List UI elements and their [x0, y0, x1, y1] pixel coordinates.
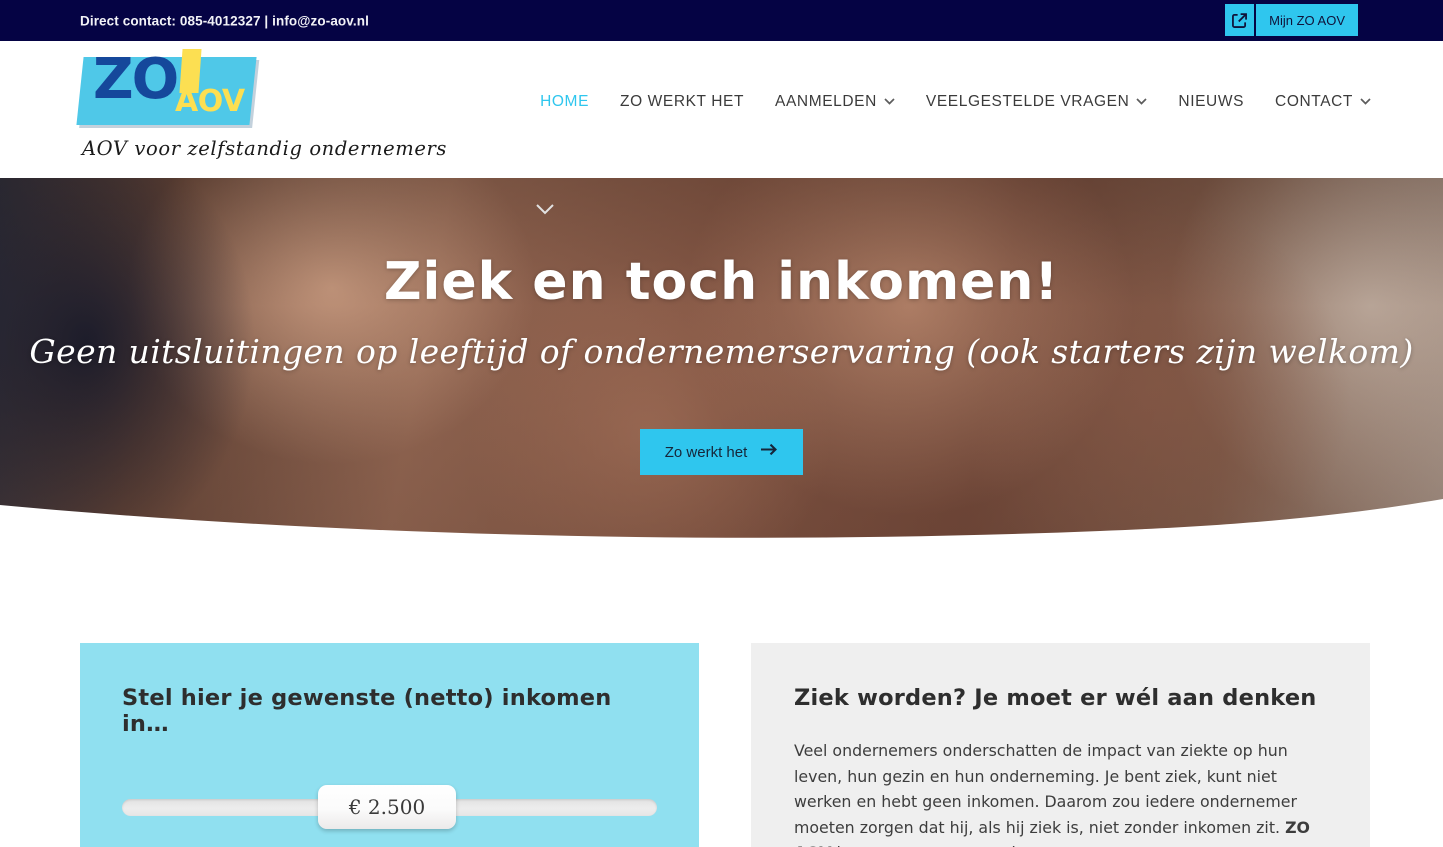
hero-subtitle: Geen uitsluitingen op leeftijd of ondern… [29, 332, 1414, 371]
chevron-down-icon [1360, 97, 1371, 108]
external-link-icon[interactable] [1225, 4, 1257, 36]
site-logo[interactable]: ZO AOV AOV voor zelfstandig ondernemers [76, 47, 446, 160]
site-header: ZO AOV AOV voor zelfstandig ondernemers … [0, 41, 1443, 215]
nav-item-contact[interactable]: CONTACT [1275, 93, 1371, 111]
logo-tagline: AOV voor zelfstandig ondernemers [82, 137, 448, 160]
info-card-title: Ziek worden? Je moet er wél aan denken [794, 685, 1317, 711]
main-content: Stel hier je gewenste (netto) inkomen in… [0, 543, 1443, 847]
income-slider-handle[interactable]: € 2.500 [318, 785, 456, 829]
logo-mark: ZO AOV [76, 47, 260, 127]
hero-cta-label: Zo werkt het [664, 443, 748, 461]
mijn-zo-aov-button[interactable]: Mijn ZO AOV [1256, 4, 1358, 36]
chevron-down-icon [884, 97, 895, 108]
scroll-down-chevron-icon[interactable] [535, 204, 555, 216]
chevron-down-icon [1136, 97, 1148, 108]
info-card-body: Veel ondernemers onderschatten de impact… [794, 738, 1327, 847]
mijn-zo-aov-group[interactable]: Mijn ZO AOV [1225, 4, 1358, 36]
nav-item-label: CONTACT [1275, 93, 1353, 110]
nav-item-nieuws[interactable]: NIEUWS [1178, 93, 1244, 111]
nav-item-home[interactable]: HOME [540, 93, 589, 111]
main-navigation: HOME ZO WERKT HET AANMELDEN VEELGESTELDE… [540, 93, 1371, 111]
top-utility-bar: Direct contact: 085-4012327 | info@zo-ao… [0, 0, 1443, 41]
arrow-right-icon [761, 443, 778, 461]
hero-section: Ziek en toch inkomen! Geen uitsluitingen… [0, 178, 1443, 543]
direct-contact-text: Direct contact: 085-4012327 | info@zo-ao… [80, 13, 369, 28]
income-card-title: Stel hier je gewenste (netto) inkomen in… [122, 685, 612, 737]
nav-item-label: VEELGESTELDE VRAGEN [925, 93, 1130, 110]
income-slider[interactable]: € 2.500 [122, 785, 657, 829]
logo-zo-text: ZO [93, 47, 179, 112]
nav-item-veelgestelde-vragen[interactable]: VEELGESTELDE VRAGEN [926, 93, 1148, 111]
logo-aov-text: AOV [175, 84, 245, 119]
income-slider-card: Stel hier je gewenste (netto) inkomen in… [80, 643, 699, 847]
hero-content: Ziek en toch inkomen! Geen uitsluitingen… [0, 178, 1443, 543]
nav-item-label: HOME [540, 93, 590, 110]
nav-item-label: AANMELDEN [775, 93, 877, 110]
info-body-part1: Veel ondernemers onderschatten de impact… [794, 741, 1297, 837]
nav-item-aanmelden[interactable]: AANMELDEN [775, 93, 895, 111]
nav-item-label: NIEUWS [1178, 93, 1245, 110]
info-body-part2: is een vorm van crowdsurance [831, 843, 1078, 847]
nav-item-label: ZO WERKT HET [620, 93, 745, 110]
hero-title: Ziek en toch inkomen! [383, 252, 1060, 312]
info-card: Ziek worden? Je moet er wél aan denken V… [751, 643, 1370, 847]
nav-item-zo-werkt-het[interactable]: ZO WERKT HET [620, 93, 744, 111]
hero-cta-button[interactable]: Zo werkt het [639, 429, 804, 475]
